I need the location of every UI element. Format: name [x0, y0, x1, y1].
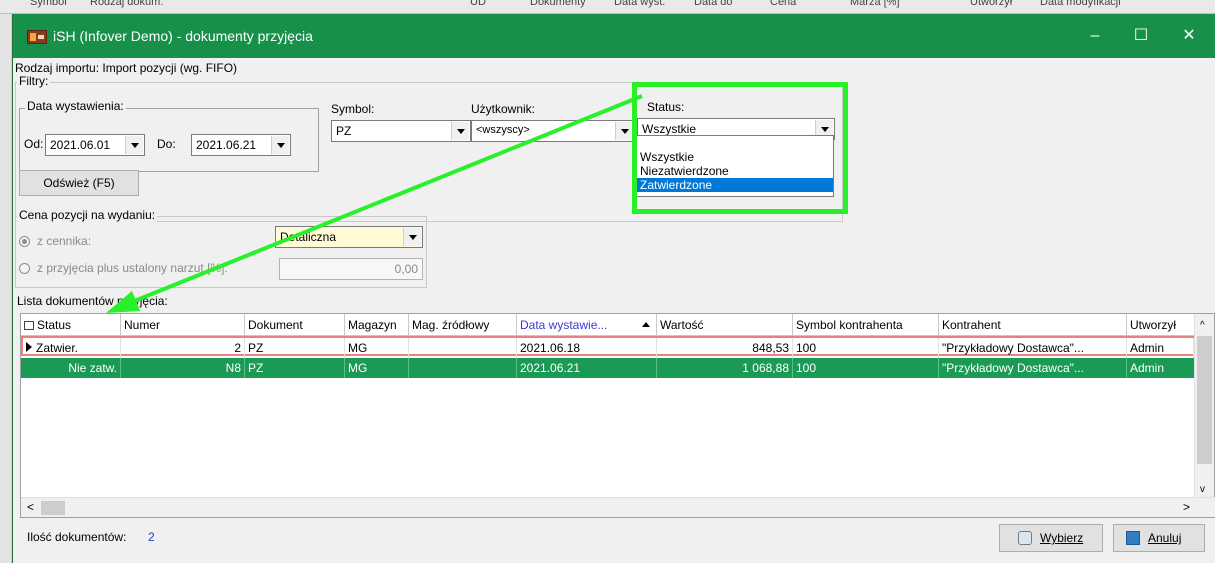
annotation-arrow-line [131, 94, 643, 304]
annotation-arrow-head [106, 291, 140, 313]
annotation-arrow [106, 94, 643, 313]
